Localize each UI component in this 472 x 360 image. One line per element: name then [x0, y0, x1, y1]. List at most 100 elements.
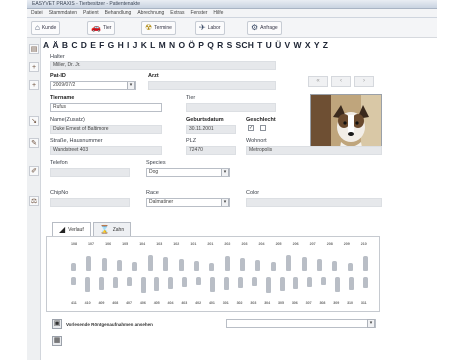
- tooth[interactable]: [349, 277, 355, 290]
- tier-field[interactable]: [186, 103, 276, 112]
- alphabet-letter[interactable]: S: [227, 40, 233, 50]
- menu-item[interactable]: Behandlung: [105, 10, 132, 16]
- tooth[interactable]: [101, 258, 107, 271]
- tooth[interactable]: [147, 255, 153, 271]
- new-document-icon[interactable]: ▤: [29, 44, 39, 54]
- tooth[interactable]: [251, 277, 257, 286]
- scale-icon[interactable]: ⚖: [29, 196, 39, 206]
- alphabet-letter[interactable]: T: [257, 40, 262, 50]
- menu-item[interactable]: Datei: [31, 10, 43, 16]
- tooth[interactable]: [182, 277, 188, 287]
- tab-verlauf[interactable]: ◢ Verlauf: [52, 222, 91, 236]
- toolbar-button-kunde[interactable]: ⌂ Kunde: [31, 21, 61, 35]
- tooth[interactable]: [316, 259, 322, 271]
- tooth[interactable]: [265, 277, 271, 293]
- alphabet-letter[interactable]: F: [99, 40, 104, 50]
- menu-item[interactable]: Extras: [170, 10, 184, 16]
- nav-next-icon[interactable]: ›: [354, 76, 374, 87]
- alphabet-letter[interactable]: C: [71, 40, 77, 50]
- menu-item[interactable]: Stammdaten: [49, 10, 77, 16]
- tooth[interactable]: [178, 259, 184, 271]
- wohnort-field[interactable]: Metropolis: [246, 146, 382, 155]
- tooth[interactable]: [335, 277, 341, 292]
- telefon-field[interactable]: [50, 168, 130, 177]
- xray-select[interactable]: ▾: [226, 319, 376, 328]
- alphabet-letter[interactable]: Y: [314, 40, 320, 50]
- chevron-down-icon[interactable]: ▾: [127, 82, 135, 89]
- tooth[interactable]: [86, 256, 92, 271]
- tooth[interactable]: [321, 277, 327, 285]
- alphabet-letter[interactable]: M: [159, 40, 166, 50]
- alphabet-letter[interactable]: I: [127, 40, 130, 50]
- species-select[interactable]: Dog ▾: [146, 168, 230, 177]
- pencil-icon[interactable]: ✎: [29, 138, 39, 148]
- tooth[interactable]: [71, 277, 76, 285]
- alphabet-letter[interactable]: V: [285, 40, 291, 50]
- tooth[interactable]: [196, 277, 202, 285]
- tooth[interactable]: [279, 277, 285, 291]
- tooth[interactable]: [224, 256, 230, 271]
- alphabet-letter[interactable]: A: [43, 40, 49, 50]
- patid-field[interactable]: 2009/07/2 ▾: [50, 81, 136, 90]
- tooth[interactable]: [112, 277, 118, 288]
- alphabet-letter[interactable]: Ä: [52, 40, 58, 50]
- tooth[interactable]: [154, 277, 160, 291]
- tooth[interactable]: [163, 257, 169, 271]
- tooth[interactable]: [223, 277, 229, 290]
- chevron-down-icon[interactable]: ▾: [221, 199, 229, 206]
- tooth[interactable]: [98, 277, 104, 290]
- arrow-icon[interactable]: ↘: [29, 116, 39, 126]
- arzt-field[interactable]: [148, 81, 276, 90]
- tiername-field[interactable]: Rufus: [50, 103, 162, 112]
- alphabet-letter[interactable]: Q: [207, 40, 214, 50]
- alphabet-letter[interactable]: K: [141, 40, 147, 50]
- tooth[interactable]: [293, 277, 299, 289]
- female-checkbox[interactable]: [260, 125, 266, 131]
- tooth[interactable]: [286, 255, 292, 271]
- toolbar-button-tier[interactable]: 🚗 Tier: [87, 21, 116, 35]
- edit-icon[interactable]: ✐: [29, 166, 39, 176]
- alphabet-letter[interactable]: H: [118, 40, 124, 50]
- strasse-field[interactable]: Wandstreet 403: [50, 146, 162, 155]
- nav-first-icon[interactable]: «: [308, 76, 328, 87]
- tab-zahn[interactable]: ⌛ Zahn: [92, 222, 132, 236]
- color-field[interactable]: [246, 198, 382, 207]
- tooth[interactable]: [209, 263, 215, 271]
- halter-field[interactable]: Miller, Dr. Jr.: [50, 61, 276, 70]
- geburt-field[interactable]: 30.11.2001: [186, 125, 236, 134]
- alphabet-letter[interactable]: W: [294, 40, 302, 50]
- alphabet-letter[interactable]: U: [266, 40, 272, 50]
- alphabet-letter[interactable]: Z: [323, 40, 328, 50]
- tooth[interactable]: [332, 261, 338, 271]
- alphabet-letter[interactable]: J: [133, 40, 138, 50]
- alphabet-letter[interactable]: SCH: [236, 40, 255, 50]
- tooth[interactable]: [363, 256, 368, 271]
- owner-field[interactable]: Duke Ernest of Baltimore: [50, 125, 162, 134]
- toolbar-button-termine[interactable]: ☢ Termine: [141, 21, 176, 35]
- tooth[interactable]: [307, 277, 313, 287]
- alphabet-letter[interactable]: E: [90, 40, 96, 50]
- alphabet-letter[interactable]: D: [81, 40, 87, 50]
- alphabet-letter[interactable]: B: [62, 40, 68, 50]
- tooth[interactable]: [240, 258, 246, 271]
- nav-prev-icon[interactable]: ‹: [331, 76, 351, 87]
- alphabet-letter[interactable]: X: [305, 40, 311, 50]
- race-select[interactable]: Dalmatiner ▾: [146, 198, 230, 207]
- tooth[interactable]: [347, 263, 353, 271]
- menu-item[interactable]: Patient: [83, 10, 99, 16]
- toolbar-button-anfrage[interactable]: ⚙ Anfrage: [247, 21, 282, 35]
- chevron-down-icon[interactable]: ▾: [221, 169, 229, 176]
- chevron-down-icon[interactable]: ▾: [367, 319, 375, 328]
- male-checkbox[interactable]: ✓: [248, 125, 254, 131]
- tooth[interactable]: [84, 277, 90, 292]
- add-icon[interactable]: +: [29, 62, 39, 72]
- menu-item[interactable]: Fenster: [190, 10, 207, 16]
- tooth[interactable]: [126, 277, 132, 286]
- alphabet-letter[interactable]: G: [108, 40, 115, 50]
- menu-item[interactable]: Hilfe: [213, 10, 223, 16]
- tooth[interactable]: [71, 263, 76, 271]
- tooth[interactable]: [140, 277, 146, 293]
- tooth[interactable]: [132, 262, 138, 271]
- alphabet-letter[interactable]: O: [178, 40, 185, 50]
- tooth[interactable]: [363, 277, 368, 288]
